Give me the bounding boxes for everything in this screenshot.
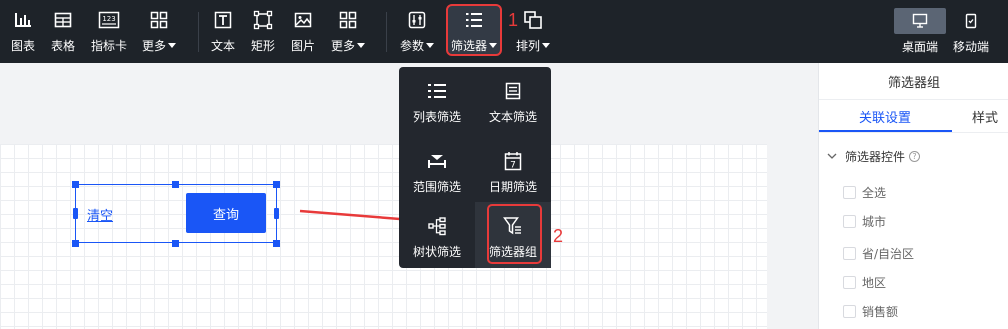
- chart-button[interactable]: 图表: [6, 6, 40, 58]
- range-filter-label: 范围筛选: [412, 180, 461, 194]
- resize-handle[interactable]: [73, 208, 78, 219]
- date-filter-day: 7: [510, 161, 516, 171]
- text-icon: [212, 9, 234, 31]
- toolbar-divider: [386, 12, 387, 52]
- caret-down-icon: [489, 43, 497, 48]
- caret-down-icon: [168, 43, 176, 48]
- more-elements-label: 更多: [331, 37, 365, 54]
- toolbar-divider: [198, 12, 199, 52]
- image-button[interactable]: 图片: [289, 6, 317, 58]
- tab-style[interactable]: 样式: [972, 100, 998, 133]
- caret-down-icon: [357, 43, 365, 48]
- chart-label: 图表: [10, 39, 35, 53]
- arrange-icon: [522, 9, 544, 31]
- text-button[interactable]: 文本: [209, 6, 237, 58]
- desktop-label: 桌面端: [901, 40, 938, 54]
- resize-handle[interactable]: [172, 181, 179, 188]
- filter-controls-group[interactable]: 筛选器控件 ?: [827, 148, 921, 165]
- tree-filter-label: 树状筛选: [412, 245, 461, 259]
- indicator-card-badge: 123: [102, 15, 115, 23]
- bar-chart-icon: [12, 9, 34, 31]
- caret-down-icon: [542, 43, 550, 48]
- filter-button[interactable]: 筛选器: [450, 6, 498, 58]
- date-filter-item[interactable]: 7 日期筛选: [475, 137, 551, 203]
- top-toolbar: 图表 表格 123 指标卡 更多 文本 矩形 图片 更多 参数 筛选器 1 排列…: [0, 0, 1008, 63]
- help-icon[interactable]: ?: [909, 151, 921, 162]
- range-filter-item[interactable]: 范围筛选: [399, 137, 475, 203]
- date-filter-label: 日期筛选: [488, 180, 537, 194]
- mobile-label: 移动端: [952, 40, 989, 54]
- range-filter-icon: [426, 150, 448, 172]
- tree-filter-icon: [426, 215, 448, 237]
- resize-handle[interactable]: [273, 240, 280, 247]
- sliders-icon: [406, 9, 428, 31]
- indicator-card-button[interactable]: 123 指标卡: [87, 6, 131, 58]
- tab-divider: [819, 132, 1008, 133]
- desktop-view-button[interactable]: 桌面端: [894, 8, 946, 56]
- date-filter-icon: 7: [502, 150, 524, 172]
- table-button[interactable]: 表格: [46, 6, 80, 58]
- resize-handle[interactable]: [274, 208, 279, 219]
- text-label: 文本: [210, 39, 235, 53]
- caret-down-icon: [426, 43, 434, 48]
- list-icon: [463, 9, 485, 31]
- indicator-card-icon: 123: [98, 9, 120, 31]
- checkbox[interactable]: [843, 215, 856, 228]
- parameters-button[interactable]: 参数: [398, 6, 436, 58]
- option-select-all[interactable]: 全选: [843, 184, 886, 201]
- text-filter-label: 文本筛选: [488, 110, 537, 124]
- checkbox[interactable]: [843, 186, 856, 199]
- resize-handle[interactable]: [172, 240, 179, 247]
- parameters-label: 参数: [400, 37, 434, 54]
- rectangle-label: 矩形: [250, 39, 275, 53]
- table-icon: [52, 9, 74, 31]
- rectangle-icon: [252, 9, 274, 31]
- option-province[interactable]: 省/自治区: [843, 245, 914, 262]
- arrange-label: 排列: [516, 37, 550, 54]
- more-components-button[interactable]: 更多: [141, 6, 177, 58]
- option-region[interactable]: 地区: [843, 274, 886, 291]
- properties-panel: 筛选器组 关联设置 样式 筛选器控件 ? 全选 城市 省/自治区 地区 销售额: [818, 63, 1008, 329]
- checkbox[interactable]: [843, 276, 856, 289]
- option-sales[interactable]: 销售额: [843, 303, 898, 320]
- rectangle-button[interactable]: 矩形: [249, 6, 277, 58]
- panel-title: 筛选器组: [819, 63, 1008, 100]
- checkbox[interactable]: [843, 247, 856, 260]
- filter-label: 筛选器: [451, 37, 497, 54]
- arrange-button[interactable]: 排列: [514, 6, 552, 58]
- table-label: 表格: [50, 39, 75, 53]
- resize-handle[interactable]: [273, 181, 280, 188]
- image-label: 图片: [290, 39, 315, 53]
- list-filter-icon: [426, 80, 448, 102]
- mobile-icon: [945, 8, 997, 34]
- monitor-icon: [894, 8, 946, 34]
- clear-link[interactable]: 清空: [87, 205, 113, 224]
- image-icon: [292, 9, 314, 31]
- text-filter-icon: [502, 80, 524, 102]
- indicator-card-label: 指标卡: [90, 39, 127, 53]
- option-city[interactable]: 城市: [843, 213, 886, 230]
- more-elements-button[interactable]: 更多: [329, 6, 367, 58]
- grid-icon: [337, 9, 359, 31]
- text-filter-item[interactable]: 文本筛选: [475, 67, 551, 133]
- step-2-marker: 2: [553, 226, 564, 246]
- filter-group-highlight: [487, 204, 542, 264]
- grid-icon: [148, 9, 170, 31]
- checkbox[interactable]: [843, 305, 856, 318]
- filter-controls-label: 筛选器控件: [845, 150, 906, 164]
- resize-handle[interactable]: [72, 240, 79, 247]
- list-filter-label: 列表筛选: [412, 110, 461, 124]
- tree-filter-item[interactable]: 树状筛选: [399, 202, 475, 268]
- mobile-view-button[interactable]: 移动端: [946, 8, 996, 56]
- more-components-label: 更多: [142, 37, 176, 54]
- tab-linkage-settings[interactable]: 关联设置: [859, 100, 911, 133]
- chevron-down-icon: [827, 151, 837, 162]
- resize-handle[interactable]: [72, 181, 79, 188]
- active-tab-indicator: [819, 130, 952, 132]
- query-button[interactable]: 查询: [186, 193, 266, 233]
- list-filter-item[interactable]: 列表筛选: [399, 67, 475, 133]
